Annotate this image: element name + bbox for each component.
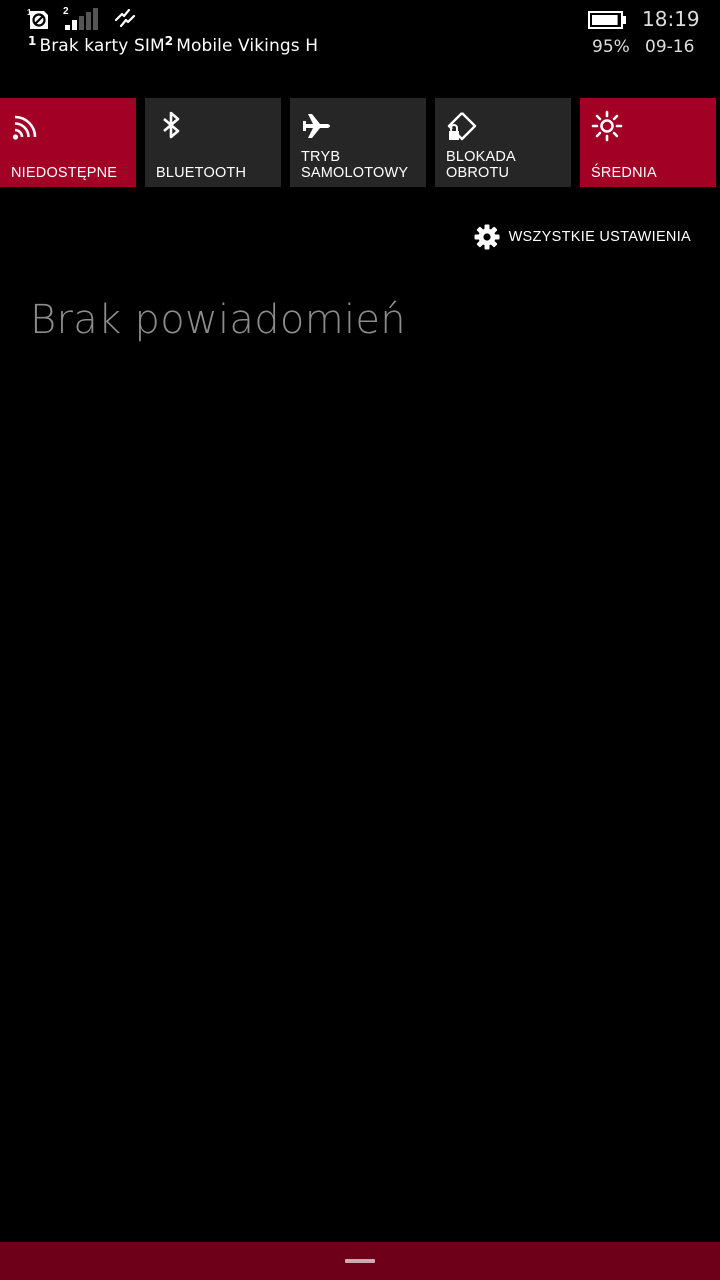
tile-wifi[interactable]: NIEDOSTĘPNE bbox=[0, 98, 136, 187]
data-sync-icon bbox=[114, 8, 136, 28]
status-bar: 1 2 1 Brak karty SIM2 Mobile Vikings H 18:… bbox=[0, 0, 720, 70]
airplane-icon bbox=[303, 114, 330, 138]
signal-bars-icon: 2 bbox=[63, 6, 98, 30]
sim1-status: Brak karty SIM bbox=[39, 36, 165, 56]
all-settings-label: WSZYSTKIE USTAWIENIA bbox=[508, 229, 691, 245]
tile-airplane-mode-label: TRYB SAMOLOTOWY bbox=[301, 149, 409, 181]
tile-bluetooth-label: BLUETOOTH bbox=[156, 165, 247, 181]
tile-bluetooth[interactable]: BLUETOOTH bbox=[145, 98, 281, 187]
sim2-number: 2 bbox=[164, 34, 174, 48]
action-center-handle[interactable] bbox=[0, 1242, 720, 1280]
wifi-icon bbox=[12, 115, 37, 140]
battery-icon bbox=[588, 11, 626, 29]
brightness-icon bbox=[591, 110, 623, 142]
svg-text:1: 1 bbox=[27, 8, 32, 17]
tile-rotation-lock[interactable]: BLOKADA OBROTU bbox=[435, 98, 571, 187]
date: 09-16 bbox=[645, 37, 695, 57]
no-notifications-message: Brak powiadomień bbox=[30, 297, 406, 343]
grip-handle-icon[interactable] bbox=[345, 1259, 375, 1263]
tile-wifi-label: NIEDOSTĘPNE bbox=[11, 165, 118, 181]
quick-actions: NIEDOSTĘPNE BLUETOOTH TRYB SAMOLOTOWY BL… bbox=[0, 98, 720, 187]
bluetooth-icon bbox=[163, 111, 180, 139]
all-settings-link[interactable]: WSZYSTKIE USTAWIENIA bbox=[474, 224, 691, 250]
carrier-info: 1 Brak karty SIM2 Mobile Vikings H bbox=[28, 34, 318, 56]
tile-brightness-label: ŚREDNIA bbox=[591, 165, 657, 181]
tile-airplane-mode[interactable]: TRYB SAMOLOTOWY bbox=[290, 98, 426, 187]
clock: 18:19 bbox=[642, 7, 700, 31]
sim2-carrier: Mobile Vikings H bbox=[176, 36, 319, 56]
tile-rotation-lock-label: BLOKADA OBROTU bbox=[446, 149, 516, 181]
gear-icon bbox=[474, 224, 500, 250]
battery-percent: 95% bbox=[592, 37, 630, 57]
sim1-number: 1 bbox=[28, 34, 37, 48]
tile-brightness[interactable]: ŚREDNIA bbox=[580, 98, 716, 187]
rotation-lock-icon bbox=[447, 112, 477, 141]
sim-card-blocked-icon: 1 bbox=[27, 8, 48, 29]
svg-text:2: 2 bbox=[63, 6, 69, 17]
